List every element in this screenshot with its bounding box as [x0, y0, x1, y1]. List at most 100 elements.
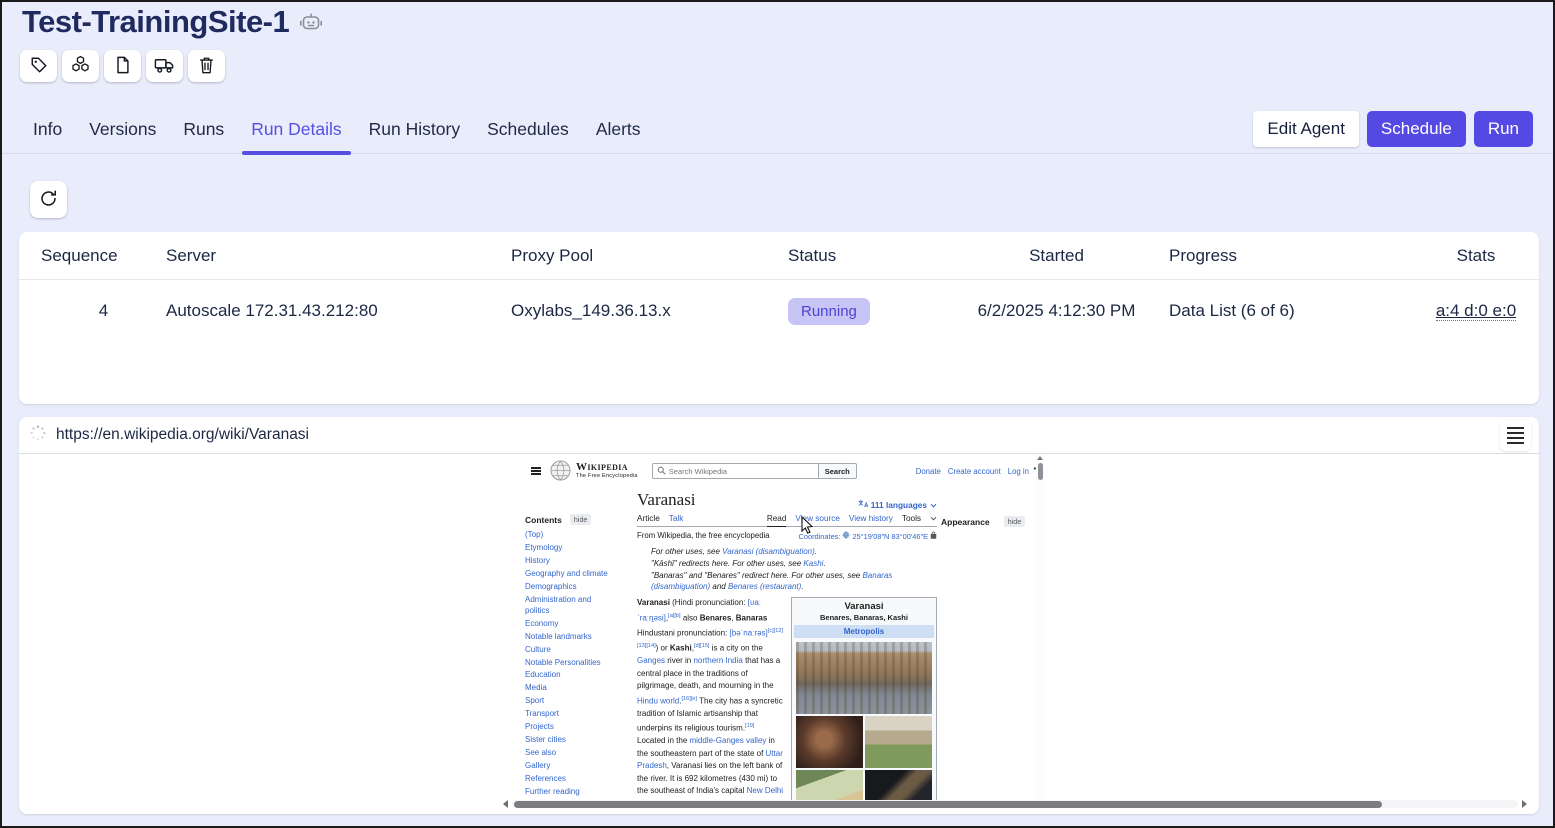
toc-list: (Top)EtymologyHistoryGeography and clima… — [525, 529, 631, 800]
toc-item[interactable]: (Top) — [525, 529, 617, 542]
schedule-button[interactable]: Schedule — [1367, 111, 1466, 147]
tab-bar: Info Versions Runs Run Details Run Histo… — [2, 108, 1553, 154]
col-progress: Progress — [1169, 246, 1401, 266]
horizontal-scrollbar[interactable] — [503, 799, 1527, 809]
toc-item[interactable]: Media — [525, 682, 617, 695]
stats-link[interactable]: a:4 d:0 e:0 — [1436, 301, 1516, 321]
browser-preview: https://en.wikipedia.org/wiki/Varanasi W… — [19, 417, 1539, 814]
lock-icon — [930, 531, 937, 541]
col-sequence: Sequence — [41, 246, 166, 266]
tab-talk[interactable]: Talk — [669, 514, 684, 523]
col-started: Started — [944, 246, 1169, 266]
wiki-header-link[interactable]: Log in — [1008, 467, 1029, 476]
tab-run-history[interactable]: Run History — [369, 119, 460, 153]
scroll-left-icon[interactable] — [503, 800, 508, 808]
toc-item[interactable]: History — [525, 555, 617, 568]
toc-item[interactable]: Notable Personalities — [525, 656, 617, 669]
toc-item[interactable]: Projects — [525, 721, 617, 734]
appearance-panel: Appearance hide — [941, 516, 1025, 527]
page-title: Test-TrainingSite-1 — [22, 4, 289, 40]
toc-item[interactable]: Further reading — [525, 786, 617, 799]
toc-hide-button[interactable]: hide — [570, 514, 592, 525]
article-title: Varanasi — [637, 490, 696, 510]
languages-button[interactable]: 111 languages — [858, 499, 937, 510]
toc-item[interactable]: Etymology — [525, 542, 617, 555]
tab-view-history[interactable]: View history — [849, 514, 893, 523]
tab-schedules[interactable]: Schedules — [487, 119, 569, 153]
infobox: Varanasi Benares, Banaras, Kashi Metropo… — [791, 597, 937, 800]
export-button[interactable] — [146, 50, 183, 82]
coordinates[interactable]: Coordinates: 25°19′08″N 83°00′46″E — [799, 531, 937, 541]
wiki-search-box: Search — [652, 463, 857, 479]
wiki-toc: Contents hide (Top)EtymologyHistoryGeogr… — [525, 514, 631, 800]
wiki-vertical-scrollbar[interactable] — [1036, 454, 1044, 800]
tab-run-details[interactable]: Run Details — [251, 119, 341, 153]
blocks-button[interactable] — [62, 50, 99, 82]
toc-item[interactable]: Transport — [525, 708, 617, 721]
tab-article[interactable]: Article — [637, 514, 660, 523]
robot-icon — [299, 11, 323, 33]
appearance-hide-button[interactable]: hide — [1004, 516, 1026, 527]
document-icon — [114, 56, 131, 77]
toc-item[interactable]: Sport — [525, 695, 617, 708]
preview-menu-button[interactable] — [1500, 420, 1531, 451]
toc-item[interactable]: Gallery — [525, 760, 617, 773]
tag-icon — [30, 56, 48, 77]
scroll-up-icon — [1037, 456, 1043, 460]
tab-tools[interactable]: Tools — [902, 514, 921, 523]
toc-item[interactable]: Economy — [525, 617, 617, 630]
document-button[interactable] — [104, 50, 141, 82]
tab-info[interactable]: Info — [33, 119, 62, 153]
col-stats: Stats — [1401, 246, 1539, 266]
wiki-header: Wikipedia The Free Encyclopedia Search D… — [517, 458, 1045, 484]
wiki-scroll-thumb[interactable] — [1038, 463, 1043, 480]
appearance-title: Appearance — [941, 517, 990, 527]
wikipedia-globe-logo[interactable] — [550, 460, 571, 483]
truck-icon — [154, 56, 175, 77]
horizontal-scroll-track[interactable] — [512, 800, 1518, 808]
tab-runs[interactable]: Runs — [183, 119, 224, 153]
chevron-down-icon — [930, 514, 937, 523]
table-row: 4 Autoscale 172.31.43.212:80 Oxylabs_149… — [19, 280, 1539, 342]
wiki-search-input[interactable] — [666, 467, 818, 476]
wiki-header-link[interactable]: Donate — [916, 467, 941, 476]
toc-item[interactable]: See also — [525, 747, 617, 760]
toc-item[interactable]: Sister cities — [525, 734, 617, 747]
url-bar: https://en.wikipedia.org/wiki/Varanasi — [19, 417, 1539, 454]
infobox-photo-musicians — [796, 716, 863, 768]
toc-item[interactable]: Administration and politics — [525, 594, 617, 618]
wiki-search-button[interactable]: Search — [818, 464, 856, 478]
table-header-row: Sequence Server Proxy Pool Status Starte… — [19, 232, 1539, 280]
page-url[interactable]: https://en.wikipedia.org/wiki/Varanasi — [56, 426, 309, 444]
toc-item[interactable]: Notable landmarks — [525, 630, 617, 643]
cell-progress: Data List (6 of 6) — [1169, 301, 1401, 321]
translate-icon — [858, 499, 868, 510]
delete-button[interactable] — [188, 50, 225, 82]
refresh-icon — [39, 189, 58, 211]
run-button[interactable]: Run — [1474, 111, 1533, 147]
infobox-subtitle: Benares, Banaras, Kashi — [794, 613, 934, 622]
cell-started: 6/2/2025 4:12:30 PM — [944, 301, 1169, 321]
edit-agent-button[interactable]: Edit Agent — [1253, 111, 1359, 147]
wiki-menu-icon[interactable] — [531, 467, 541, 474]
tab-alerts[interactable]: Alerts — [596, 119, 641, 153]
wiki-header-link[interactable]: Create account — [948, 467, 1001, 476]
toc-item[interactable]: References — [525, 773, 617, 786]
tab-versions[interactable]: Versions — [89, 119, 156, 153]
refresh-button[interactable] — [30, 181, 67, 218]
wikipedia-wordmark[interactable]: Wikipedia The Free Encyclopedia — [576, 462, 638, 480]
scroll-right-icon[interactable] — [1522, 800, 1527, 808]
horizontal-scroll-thumb[interactable] — [514, 801, 1382, 808]
toc-item[interactable]: Geography and climate — [525, 568, 617, 581]
cubes-icon — [71, 55, 90, 77]
toc-item[interactable]: Culture — [525, 643, 617, 656]
tab-actions: Edit Agent Schedule Run — [1253, 111, 1533, 147]
toc-item[interactable]: Education — [525, 669, 617, 682]
mouse-cursor — [801, 516, 814, 536]
cell-server: Autoscale 172.31.43.212:80 — [166, 301, 511, 321]
infobox-photo-painting — [796, 770, 863, 800]
tab-read[interactable]: Read — [767, 514, 787, 527]
toc-item[interactable]: Demographics — [525, 581, 617, 594]
tag-button[interactable] — [20, 50, 57, 82]
chevron-down-icon — [930, 500, 937, 510]
